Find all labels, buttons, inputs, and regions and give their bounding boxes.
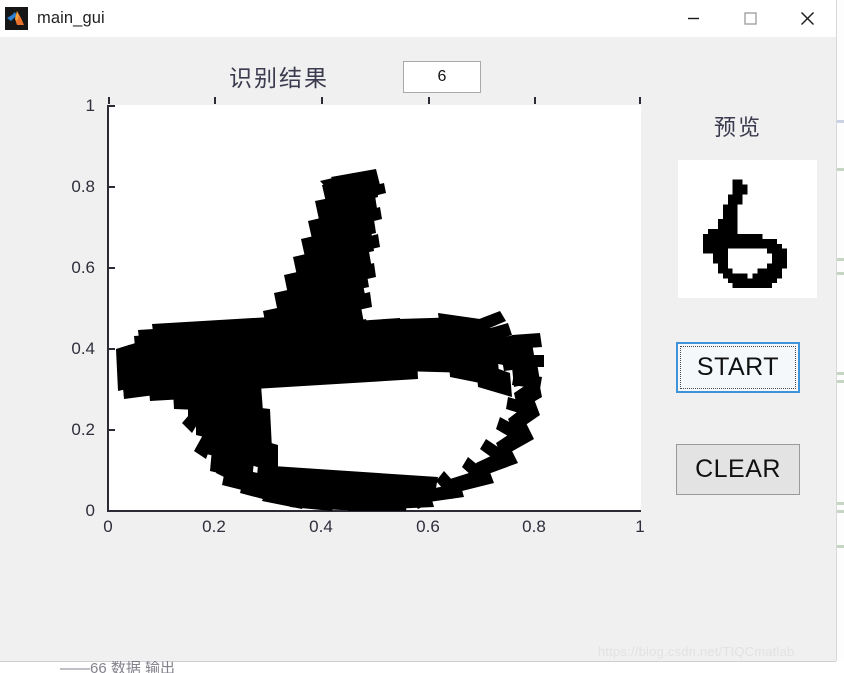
y-tick-mark (108, 510, 115, 512)
preview-thumbnail (678, 160, 817, 298)
y-tick-mark (108, 186, 115, 188)
y-tick-label: 0.6 (71, 258, 95, 277)
background-code-line (836, 380, 844, 383)
x-tick-label: 0.6 (416, 517, 440, 536)
result-label: 识别结果 (229, 66, 329, 92)
y-tick-mark (108, 105, 115, 107)
background-code-line (836, 168, 844, 171)
y-tick-label: 0.4 (71, 339, 95, 358)
start-button-label: START (696, 353, 780, 381)
y-tick-label: 0.8 (71, 177, 95, 196)
watermark: https://blog.csdn.net/TIQCmatlab (598, 644, 795, 659)
x-tick-label: 0 (103, 517, 113, 536)
background-code-line (836, 120, 844, 123)
y-tick-mark (108, 267, 115, 269)
x-tick-mark (108, 97, 110, 104)
clear-button[interactable]: CLEAR (676, 444, 800, 495)
background-code-line (836, 258, 844, 261)
clear-button-label: CLEAR (695, 455, 781, 483)
minimize-button[interactable] (665, 0, 722, 37)
close-button[interactable] (779, 0, 836, 37)
background-code-line (836, 372, 844, 375)
drawing-axes[interactable]: 1 0.8 0.6 0.4 0.2 0 0 0.2 0.4 0.6 0.8 1 (71, 96, 644, 536)
x-tick-mark (428, 97, 430, 104)
x-tick-mark (321, 97, 323, 104)
x-tick-label: 0.4 (309, 517, 333, 536)
background-code-line (836, 502, 844, 505)
background-window-sliver: ——66 数据 输出 (0, 661, 844, 673)
y-tick-label: 0 (85, 501, 95, 520)
x-tick-label: 0.2 (202, 517, 226, 536)
x-tick-mark (639, 97, 641, 104)
title-bar: main_gui (0, 0, 836, 37)
maximize-button[interactable] (722, 0, 779, 37)
start-button[interactable]: START (676, 342, 800, 393)
x-tick-label: 0.8 (522, 517, 546, 536)
matlab-membrane-icon (5, 7, 28, 30)
preview-label: 预览 (714, 116, 763, 141)
background-code-line (836, 545, 844, 548)
x-tick-label: 1 (635, 517, 645, 536)
y-tick-mark (108, 348, 115, 350)
y-tick-label: 1 (85, 96, 95, 115)
y-tick-mark (108, 429, 115, 431)
x-tick-mark (214, 97, 216, 104)
result-value-field[interactable]: 6 (403, 61, 481, 93)
y-tick-label: 0.2 (71, 420, 95, 439)
background-partial-text: ——66 数据 输出 (60, 661, 176, 673)
background-code-line (836, 272, 844, 275)
main-gui-window: main_gui 识别结果 6 1 0.8 0.6 0.4 0.2 0 0 0.… (0, 0, 836, 661)
window-controls (665, 0, 836, 37)
background-code-line (836, 510, 844, 513)
x-tick-mark (534, 97, 536, 104)
window-title: main_gui (37, 9, 105, 27)
drawn-digit-strokes (116, 169, 544, 511)
